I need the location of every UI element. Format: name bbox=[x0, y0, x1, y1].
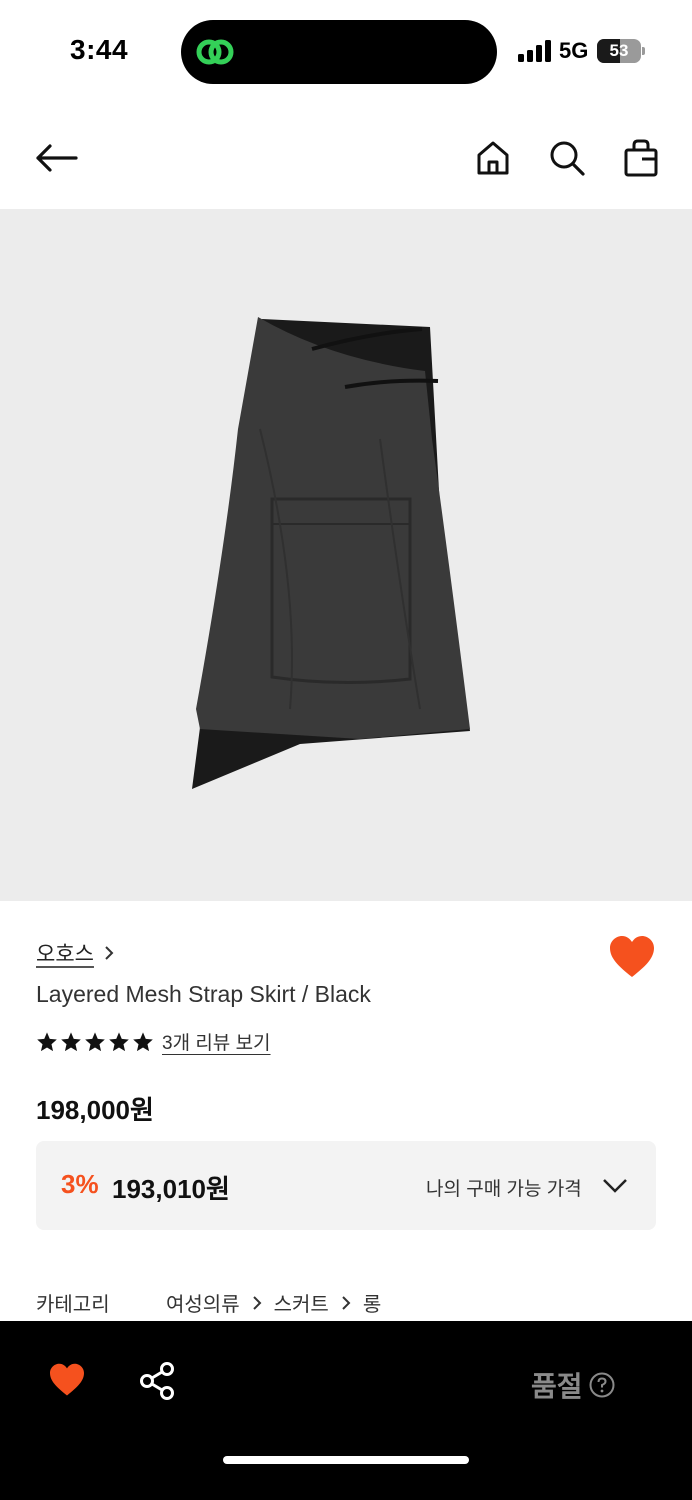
product-name: Layered Mesh Strap Skirt / Black bbox=[36, 981, 371, 1007]
cart-button[interactable] bbox=[617, 134, 665, 182]
question-circle-icon[interactable] bbox=[589, 1372, 615, 1398]
brand-link[interactable]: 오호스 bbox=[36, 938, 114, 968]
star-icon bbox=[37, 1031, 57, 1051]
network-type: 5G bbox=[559, 38, 589, 63]
battery-tip bbox=[642, 47, 645, 55]
category-path-1[interactable]: 스커트 bbox=[274, 1288, 329, 1317]
soldout-label: 품절 bbox=[531, 1371, 583, 1402]
share-button[interactable] bbox=[139, 1361, 177, 1401]
status-time: 3:44 bbox=[70, 34, 129, 65]
top-nav-bar bbox=[0, 110, 692, 208]
search-button[interactable] bbox=[543, 134, 591, 182]
chevron-right-icon bbox=[105, 946, 114, 960]
soldout-status: 품절 bbox=[531, 1365, 615, 1405]
bottom-action-bar: 품절 bbox=[0, 1321, 692, 1500]
heart-icon bbox=[50, 1363, 84, 1396]
share-icon bbox=[140, 1362, 174, 1400]
home-icon bbox=[477, 141, 509, 175]
wishlist-button[interactable] bbox=[608, 934, 656, 980]
status-bar: 3:44 5G 53 bbox=[0, 0, 692, 100]
my-price-label: 나의 구매 가능 가격 bbox=[426, 1179, 582, 1200]
star-icon bbox=[61, 1031, 81, 1051]
chevron-right-icon bbox=[342, 1295, 351, 1310]
discount-rate: 3% bbox=[61, 1169, 99, 1199]
category-path-2[interactable]: 롱 bbox=[363, 1288, 381, 1317]
star-icon bbox=[109, 1031, 129, 1051]
home-button[interactable] bbox=[469, 134, 517, 182]
link-chain-icon bbox=[196, 39, 234, 65]
home-indicator[interactable] bbox=[223, 1456, 469, 1464]
back-button[interactable] bbox=[32, 134, 80, 182]
my-price-dropdown[interactable]: 3% 193,010원 나의 구매 가능 가격 bbox=[36, 1141, 656, 1230]
chevron-right-icon bbox=[252, 1295, 262, 1310]
like-button[interactable] bbox=[48, 1363, 86, 1397]
product-price: 198,000원 bbox=[36, 1095, 154, 1125]
back-arrow-icon bbox=[36, 144, 78, 172]
cellular-signal-icon bbox=[518, 40, 551, 62]
battery-level: 53 bbox=[609, 41, 629, 60]
star-icon bbox=[133, 1031, 153, 1051]
battery-icon: 53 bbox=[597, 39, 641, 63]
star-rating bbox=[36, 1031, 154, 1053]
rating-row: 3개 리뷰 보기 bbox=[36, 1028, 271, 1055]
skirt-image bbox=[192, 317, 470, 789]
chevron-down-icon bbox=[603, 1179, 627, 1193]
review-link[interactable]: 3개 리뷰 보기 bbox=[162, 1028, 271, 1055]
brand-name: 오호스 bbox=[36, 943, 94, 966]
heart-icon bbox=[610, 936, 654, 977]
category-label: 카테고리 bbox=[36, 1294, 110, 1316]
shopping-bag-icon bbox=[624, 139, 658, 177]
star-icon bbox=[85, 1031, 105, 1051]
search-icon bbox=[550, 141, 585, 176]
category-row: 카테고리 여성의류 스커트 롱 bbox=[36, 1288, 381, 1317]
product-image[interactable] bbox=[0, 209, 692, 901]
category-path-0[interactable]: 여성의류 bbox=[166, 1288, 240, 1317]
discounted-price: 193,010원 bbox=[112, 1174, 230, 1204]
dynamic-island[interactable] bbox=[181, 20, 497, 84]
